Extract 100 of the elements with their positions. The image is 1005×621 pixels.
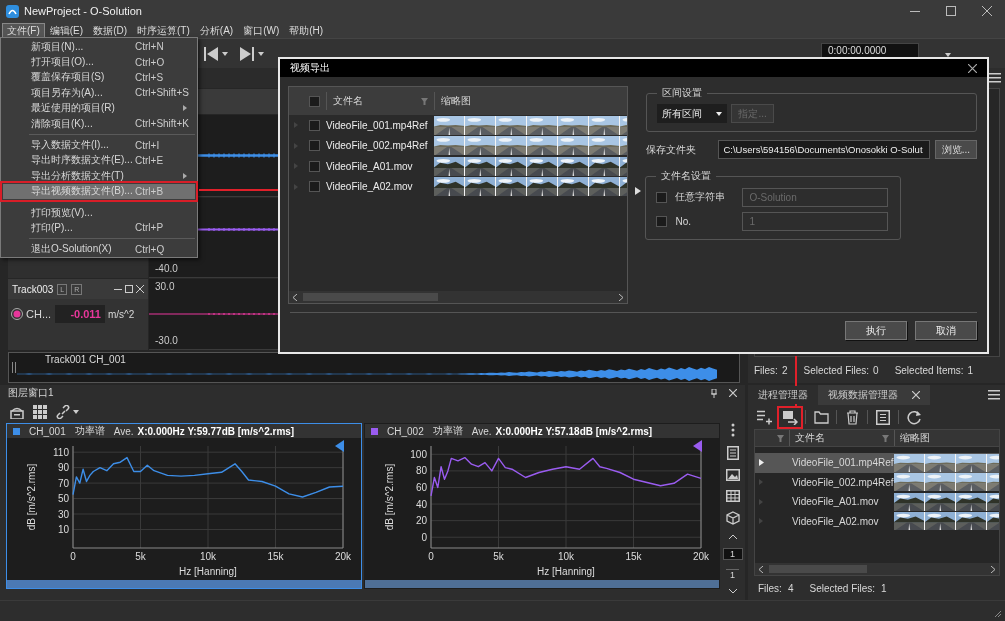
checkbox[interactable] xyxy=(309,119,320,131)
caret-icon xyxy=(222,52,228,56)
axis-title: dB [m/s^2.rms] xyxy=(384,463,395,531)
scrollbar[interactable] xyxy=(289,291,628,303)
folder-icon xyxy=(813,409,829,425)
link-button[interactable] xyxy=(56,405,79,419)
status-value: 1 xyxy=(881,582,887,594)
menu-item[interactable]: 项目另存为(A)... Ctrl+Shift+S xyxy=(3,85,195,101)
tick-label: 40 xyxy=(415,498,427,510)
menu-item[interactable]: 时序运算(T) xyxy=(132,22,195,38)
menu-item[interactable]: 导入数据文件(I)... Ctrl+I xyxy=(3,137,195,153)
tick-label: 5k xyxy=(135,551,146,562)
channel-name: CH_002 xyxy=(387,425,424,437)
menu-item[interactable]: 覆盖保存项目(S) Ctrl+S xyxy=(3,69,195,86)
checkbox[interactable] xyxy=(309,140,320,152)
menu-item[interactable]: 导出时序数据文件(E)... Ctrl+E xyxy=(3,152,195,169)
folder-field[interactable]: C:\Users\594156\Documents\Onosokki O-Solut xyxy=(718,140,930,159)
track-name: Track003 xyxy=(12,283,54,295)
close-icon[interactable] xyxy=(912,391,920,399)
dialog-button[interactable]: 取消 xyxy=(915,321,977,340)
panel-tab[interactable]: 视频数据管理器 xyxy=(818,385,930,405)
dialog-button[interactable]: 执行 xyxy=(845,321,907,340)
close-icon[interactable] xyxy=(982,6,992,16)
page-field[interactable]: 1 xyxy=(722,548,743,560)
chart-panel[interactable]: CH_001 功率谱 Ave. X:0.000Hz Y:59.77dB [m/s^2.rms] 10 30 50 70 90 110 0 5k 10k 15k 20k Hz [Hanning] dB [m/s^2.rms] xyxy=(6,423,362,589)
file-name: VideoFile_A01.mov xyxy=(326,160,414,172)
resize-grip-icon[interactable] xyxy=(994,610,1002,618)
scrollbar[interactable] xyxy=(755,563,999,575)
tick-label: 15k xyxy=(267,551,284,562)
tick-label: 70 xyxy=(57,477,69,489)
tick-label: 0 xyxy=(421,531,427,543)
status-value: 4 xyxy=(787,582,794,594)
menu-icon[interactable] xyxy=(988,390,1000,400)
chevron-down-icon[interactable] xyxy=(728,589,737,594)
export-button[interactable] xyxy=(779,407,801,427)
status-label: Selected Files: xyxy=(809,582,876,594)
menu-item[interactable]: 打印预览(V)... xyxy=(3,204,195,221)
status-label: Selected Items: xyxy=(894,364,964,376)
menu-item[interactable]: 导出分析数据文件(T) xyxy=(3,168,195,184)
maximize-icon[interactable] xyxy=(125,285,133,293)
scroll-left-icon[interactable] xyxy=(759,565,763,573)
scroll-left-icon[interactable] xyxy=(293,293,297,301)
pin-icon[interactable] xyxy=(711,388,717,398)
close-icon[interactable] xyxy=(136,285,144,293)
current-row-icon xyxy=(759,459,764,467)
checkbox[interactable] xyxy=(309,181,320,193)
mode-label: Ave. xyxy=(471,425,492,437)
scroll-right-icon[interactable] xyxy=(619,293,624,301)
image-icon[interactable] xyxy=(725,469,740,481)
range-dropdown[interactable]: 所有区间 xyxy=(657,104,728,123)
window-title: NewProject - O-Solution xyxy=(24,5,142,17)
checkbox[interactable] xyxy=(309,160,320,172)
menu-item[interactable]: 打开项目(O)... Ctrl+O xyxy=(3,54,195,70)
cursor-marker-icon[interactable] xyxy=(693,440,702,452)
maximize-icon[interactable] xyxy=(946,6,956,16)
grid-icon[interactable] xyxy=(33,405,47,419)
chart-panel[interactable]: CH_002 功率谱 Ave. X:0.000Hz Y:57.18dB [m/s^2.rms] 0 20 40 60 80 100 0 5k 10k 15k 20k Hz [Hanning] dB [m/s^2.rms] xyxy=(364,423,720,589)
menu-item[interactable]: 新项目(N)... Ctrl+N xyxy=(3,39,195,55)
close-icon[interactable] xyxy=(729,389,737,397)
tick-label: 50 xyxy=(57,493,69,505)
menu-item[interactable]: 数据(D) xyxy=(88,22,132,38)
status-value: 0 xyxy=(873,364,879,376)
cube-icon[interactable] xyxy=(725,511,740,525)
menu-item[interactable]: 编辑(E) xyxy=(44,22,89,38)
menu-item[interactable]: 文件(F) xyxy=(2,22,45,38)
menu-icon[interactable] xyxy=(989,73,1001,83)
cursor-marker-icon[interactable] xyxy=(335,440,344,452)
menu-item[interactable]: 打印(P)... Ctrl+P xyxy=(3,220,195,236)
channel-name: CH_001 xyxy=(29,425,66,437)
panel-tab[interactable]: 进程管理器 xyxy=(748,385,818,405)
column-header[interactable]: 文件名 xyxy=(795,431,825,445)
column-header[interactable]: 文件名 xyxy=(333,94,363,108)
tick-label: 15k xyxy=(625,551,642,562)
tick-label: 20 xyxy=(415,515,427,527)
menu-item[interactable]: 窗口(W) xyxy=(238,22,285,38)
menu-item[interactable]: 退出O-Solution(X) Ctrl+Q xyxy=(3,241,195,258)
tab-label: 视频数据管理器 xyxy=(828,388,898,402)
browse-button[interactable]: 浏览... xyxy=(934,140,977,159)
document-icon[interactable] xyxy=(726,446,739,460)
scroll-right-icon[interactable] xyxy=(991,565,995,573)
column-header[interactable]: 缩略图 xyxy=(441,94,471,108)
menu-item[interactable]: 导出视频数据文件(B)... Ctrl+B xyxy=(3,183,195,199)
tick-label: 10 xyxy=(57,523,69,535)
app-icon xyxy=(6,4,19,18)
chevron-up-icon[interactable] xyxy=(728,534,737,539)
menu-item[interactable]: 清除项目(K)... Ctrl+Shift+K xyxy=(3,115,195,132)
menu-item[interactable]: 最近使用的项目(R) xyxy=(3,100,195,116)
table-icon[interactable] xyxy=(725,490,740,502)
close-icon[interactable] xyxy=(968,63,977,73)
menu-item[interactable]: 分析(A) xyxy=(194,22,239,38)
more-icon[interactable] xyxy=(730,423,735,437)
caret-icon xyxy=(73,410,79,414)
select-all-checkbox[interactable] xyxy=(309,95,320,107)
menu-item[interactable]: 帮助(H) xyxy=(284,22,329,38)
column-header[interactable]: 缩略图 xyxy=(900,431,930,445)
window-title: 图层窗口1 xyxy=(8,386,54,400)
skip-end-button[interactable] xyxy=(240,47,264,61)
skip-start-button[interactable] xyxy=(204,47,228,61)
layout-icon[interactable] xyxy=(10,405,24,419)
axis-title: Hz [Hanning] xyxy=(537,566,595,577)
